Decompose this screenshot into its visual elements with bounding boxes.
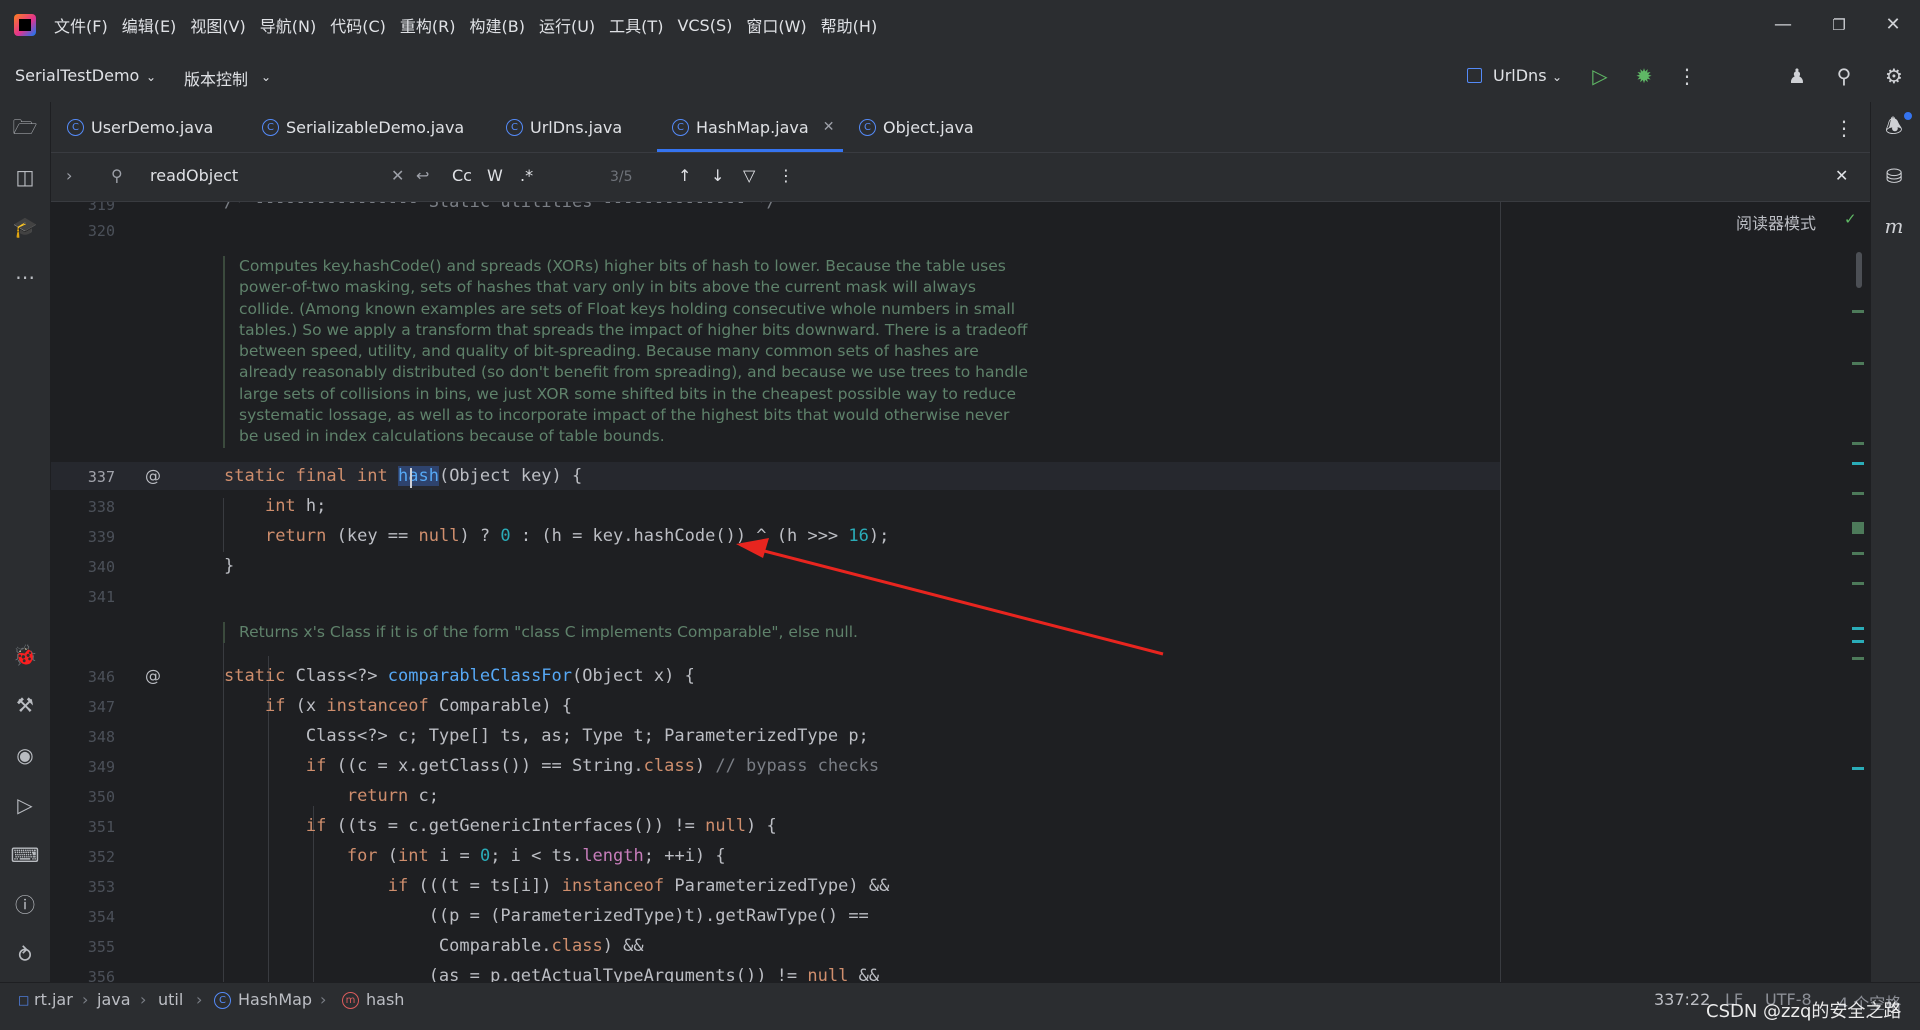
intellij-logo-icon[interactable] xyxy=(14,14,36,36)
tab-options-icon[interactable]: ⋮ xyxy=(1830,114,1858,142)
menu-navigate[interactable]: 导航(N) xyxy=(260,13,316,37)
class-icon: C xyxy=(506,118,523,136)
database-icon[interactable]: ⛁ xyxy=(1880,162,1908,190)
annotation-arrow xyxy=(736,538,1164,656)
restore-icon[interactable]: ❐ xyxy=(1824,12,1854,38)
tab-label: HashMap.java xyxy=(696,117,809,137)
find-bar xyxy=(51,153,1870,202)
method-icon: m xyxy=(342,992,359,1009)
menu-tools[interactable]: 工具(T) xyxy=(609,13,663,37)
watermark-text: CSDN @zzq的安全之路 xyxy=(1706,1001,1902,1022)
run-config-selector[interactable]: UrlDns xyxy=(1493,66,1547,85)
structure-icon[interactable]: ◫ xyxy=(10,162,40,192)
breadcrumb-item[interactable]: rt.jar xyxy=(34,990,73,1009)
project-folder-icon[interactable]: 🗁 xyxy=(10,112,40,142)
filter-icon[interactable]: ▽ xyxy=(743,166,755,185)
chevron-down-icon[interactable]: ⌄ xyxy=(1552,70,1562,84)
services-icon[interactable]: ◉ xyxy=(10,740,40,770)
vcs-selector[interactable]: 版本控制 xyxy=(184,66,248,90)
git-icon[interactable]: ⥁ xyxy=(10,940,40,970)
breadcrumb-separator-icon: › xyxy=(82,990,89,1009)
module-icon: □ xyxy=(18,993,30,1007)
close-tab-icon[interactable]: ✕ xyxy=(823,119,835,135)
settings-gear-icon[interactable]: ⚙ xyxy=(1880,62,1908,90)
problems-icon[interactable]: ⓘ xyxy=(10,890,40,920)
chevron-down-icon[interactable]: ⌄ xyxy=(146,70,156,84)
learn-icon[interactable]: 🎓 xyxy=(10,212,40,242)
tab-label: UserDemo.java xyxy=(91,117,214,137)
tab-urldns[interactable]: C UrlDns.java xyxy=(506,102,622,152)
breadcrumb-item[interactable]: java xyxy=(97,990,131,1009)
more-actions-icon[interactable]: ⋮ xyxy=(1673,62,1701,90)
run-config-icon xyxy=(1467,68,1482,83)
menu-help[interactable]: 帮助(H) xyxy=(821,13,878,37)
search-icon[interactable]: ⚲ xyxy=(111,166,123,185)
notification-dot-icon xyxy=(1904,112,1912,120)
close-window-icon[interactable]: ✕ xyxy=(1878,12,1908,38)
main-menu: 文件(F) 编辑(E) 视图(V) 导航(N) 代码(C) 重构(R) 构建(B… xyxy=(0,0,891,50)
caret-position[interactable]: 337:22 xyxy=(1654,990,1710,1009)
tab-serializabledemo[interactable]: C SerializableDemo.java xyxy=(262,102,464,152)
tab-label: Object.java xyxy=(883,117,974,137)
find-options-icon[interactable]: ⋮ xyxy=(778,166,794,185)
minimize-icon[interactable]: — xyxy=(1768,12,1798,38)
breadcrumb-separator-icon: › xyxy=(196,990,203,1009)
chevron-down-icon[interactable]: ⌄ xyxy=(261,70,271,84)
menu-window[interactable]: 窗口(W) xyxy=(746,13,806,37)
maven-icon[interactable]: m xyxy=(1880,212,1908,240)
new-line-icon[interactable]: ↩ xyxy=(416,166,429,185)
class-icon: C xyxy=(672,118,689,136)
whole-words-toggle[interactable]: W xyxy=(487,166,503,185)
find-input[interactable]: readObject xyxy=(150,166,238,185)
active-tab-indicator xyxy=(657,149,843,152)
menu-edit[interactable]: 编辑(E) xyxy=(122,13,177,37)
breadcrumb-separator-icon: › xyxy=(140,990,147,1009)
tab-hashmap[interactable]: C HashMap.java ✕ xyxy=(672,102,834,152)
debug-icon[interactable]: ✹ xyxy=(1630,62,1658,90)
tab-label: SerializableDemo.java xyxy=(286,117,465,137)
clear-search-icon[interactable]: ✕ xyxy=(391,166,404,185)
menu-vcs[interactable]: VCS(S) xyxy=(677,16,732,35)
run-tool-icon[interactable]: ▷ xyxy=(10,790,40,820)
class-icon: C xyxy=(214,992,231,1009)
build-hammer-icon[interactable]: ⚒ xyxy=(10,690,40,720)
terminal-icon[interactable]: ⌨ xyxy=(10,840,40,870)
project-selector[interactable]: SerialTestDemo xyxy=(15,66,139,85)
menu-build[interactable]: 构建(B) xyxy=(470,13,525,37)
search-icon[interactable]: ⚲ xyxy=(1830,62,1858,90)
breadcrumb-item[interactable]: HashMap xyxy=(238,990,312,1009)
add-user-icon[interactable]: ♟ xyxy=(1783,62,1811,90)
tab-object[interactable]: C Object.java xyxy=(859,102,974,152)
class-icon: C xyxy=(859,118,876,136)
breadcrumb-item[interactable]: hash xyxy=(366,990,404,1009)
menu-view[interactable]: 视图(V) xyxy=(190,13,245,37)
more-tools-icon[interactable]: ⋯ xyxy=(10,262,40,292)
tab-userdemo[interactable]: C UserDemo.java xyxy=(67,102,213,152)
regex-toggle[interactable]: .* xyxy=(520,166,533,185)
run-icon[interactable]: ▷ xyxy=(1586,62,1614,90)
class-icon: C xyxy=(67,118,84,136)
tab-label: UrlDns.java xyxy=(530,117,623,137)
code-editor[interactable]: 319 320 337 338 339 340 341 346 347 348 … xyxy=(51,202,1870,982)
breadcrumb-separator-icon: › xyxy=(320,990,327,1009)
menu-run[interactable]: 运行(U) xyxy=(539,13,595,37)
previous-occurrence-icon[interactable]: ↑ xyxy=(678,166,691,185)
class-icon: C xyxy=(262,118,279,136)
menu-refactor[interactable]: 重构(R) xyxy=(400,13,456,37)
match-case-toggle[interactable]: Cc xyxy=(452,166,472,185)
expand-replace-icon[interactable]: › xyxy=(66,166,72,185)
close-find-icon[interactable]: ✕ xyxy=(1835,166,1848,185)
menu-file[interactable]: 文件(F) xyxy=(54,13,108,37)
debug-tool-icon[interactable]: 🐞 xyxy=(10,640,40,670)
menu-code[interactable]: 代码(C) xyxy=(330,13,386,37)
next-occurrence-icon[interactable]: ↓ xyxy=(711,166,724,185)
match-count: 3/5 xyxy=(610,169,633,185)
breadcrumb-item[interactable]: util xyxy=(158,990,183,1009)
